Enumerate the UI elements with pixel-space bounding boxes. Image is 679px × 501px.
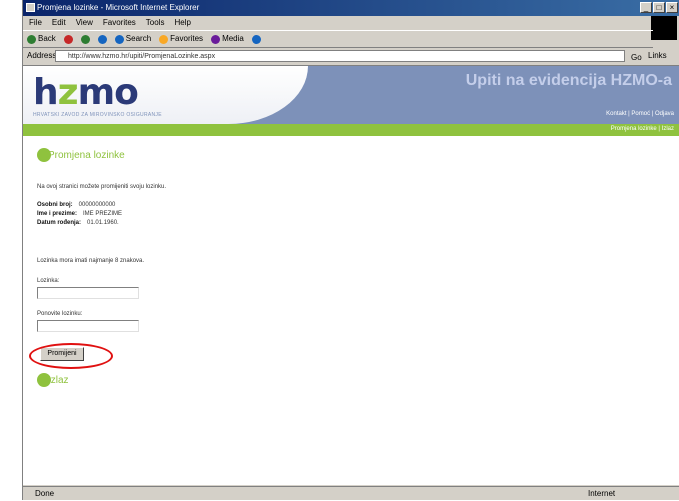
menu-favorites[interactable]: Favorites [103, 16, 136, 30]
menu-file[interactable]: File [29, 16, 42, 30]
hzmo-logo: hzmo [33, 72, 139, 113]
address-label: Address [27, 51, 57, 60]
menu-view[interactable]: View [76, 16, 93, 30]
banner-logo-area: hzmo HRVATSKI ZAVOD ZA MIROVINSKO OSIGUR… [23, 66, 308, 124]
menubar: File Edit View Favorites Tools Help [23, 16, 679, 30]
address-bar: Address http://www.hzmo.hr/upiti/Promjen… [23, 48, 679, 64]
history-button[interactable] [251, 31, 261, 47]
minimize-button[interactable]: _ [640, 2, 652, 13]
green-nav-links[interactable]: Promjena lozinke | Izlaz [611, 126, 674, 132]
media-icon [211, 34, 221, 44]
back-button[interactable]: Back [27, 31, 56, 47]
search-button[interactable]: Search [114, 31, 151, 47]
zone-indicator: Internet [588, 489, 616, 498]
refresh-icon [80, 34, 90, 44]
green-nav-bar: Promjena lozinke | Izlaz [23, 124, 679, 136]
status-bar: Done Internet [23, 486, 679, 500]
info-value: IME PREZIME [83, 211, 123, 217]
menu-help[interactable]: Help [174, 16, 190, 30]
window-controls: _ □ × [640, 2, 678, 13]
page-content: hzmo HRVATSKI ZAVOD ZA MIROVINSKO OSIGUR… [23, 65, 679, 485]
address-input[interactable]: http://www.hzmo.hr/upiti/PromjenaLozinke… [55, 50, 625, 62]
ie-icon [26, 3, 35, 12]
home-button[interactable] [97, 31, 107, 47]
password-label: Lozinka: [37, 278, 60, 284]
info-label: Osobni broj: [37, 202, 73, 208]
highlight-ellipse [29, 343, 113, 369]
info-label: Ime i prezime: [37, 211, 78, 217]
menu-tools[interactable]: Tools [146, 16, 165, 30]
confirm-password-field[interactable] [37, 320, 139, 332]
media-button[interactable]: Media [211, 31, 244, 47]
go-button[interactable]: Go [631, 50, 642, 66]
favorites-button[interactable]: Favorites [159, 31, 203, 47]
exit-heading[interactable]: Izlaz [37, 373, 69, 387]
favorites-icon [159, 34, 169, 44]
search-icon [114, 34, 124, 44]
password-field[interactable] [37, 287, 139, 299]
back-icon [27, 34, 36, 44]
page-heading: Promjena lozinke [37, 148, 125, 162]
logo-subtitle: HRVATSKI ZAVOD ZA MIROVINSKO OSIGURANJE [33, 112, 162, 118]
status-text: Done [35, 489, 55, 498]
info-value: 00000000000 [78, 202, 116, 208]
info-value: 01.01.1960. [87, 220, 119, 226]
info-label: Datum rođenja: [37, 220, 82, 226]
close-button[interactable]: × [666, 2, 678, 13]
browser-window: Promjena lozinke - Microsoft Internet Ex… [22, 0, 679, 500]
banner-nav-links[interactable]: Kontakt | Pomoć | Odjava [606, 111, 674, 117]
stop-icon [63, 34, 73, 44]
intro-text: Na ovoj stranici možete promijeniti svoj… [37, 184, 167, 190]
info-row: Datum rođenja: 01.01.1960. [37, 220, 119, 226]
site-title: Upiti na evidencija HZMO-a [465, 72, 672, 89]
menu-edit[interactable]: Edit [52, 16, 66, 30]
windows-logo-icon [651, 16, 677, 40]
links-button[interactable]: Links [648, 48, 667, 64]
toolbar: Back Search Favorites Media [23, 30, 653, 48]
confirm-password-label: Ponovite lozinku: [37, 311, 83, 317]
maximize-button[interactable]: □ [653, 2, 665, 13]
history-icon [251, 34, 261, 44]
window-title: Promjena lozinke - Microsoft Internet Ex… [37, 3, 200, 12]
refresh-button[interactable] [80, 31, 90, 47]
stop-button[interactable] [63, 31, 73, 47]
info-row: Osobni broj: 00000000000 [37, 202, 115, 208]
window-titlebar: Promjena lozinke - Microsoft Internet Ex… [23, 0, 679, 16]
page-title: Promjena lozinke [48, 149, 125, 161]
site-banner: hzmo HRVATSKI ZAVOD ZA MIROVINSKO OSIGUR… [23, 66, 679, 124]
instruction-text: Lozinka mora imati najmanje 8 znakova. [37, 258, 145, 264]
exit-label: Izlaz [48, 374, 69, 386]
info-row: Ime i prezime: IME PREZIME [37, 211, 122, 217]
home-icon [97, 34, 107, 44]
